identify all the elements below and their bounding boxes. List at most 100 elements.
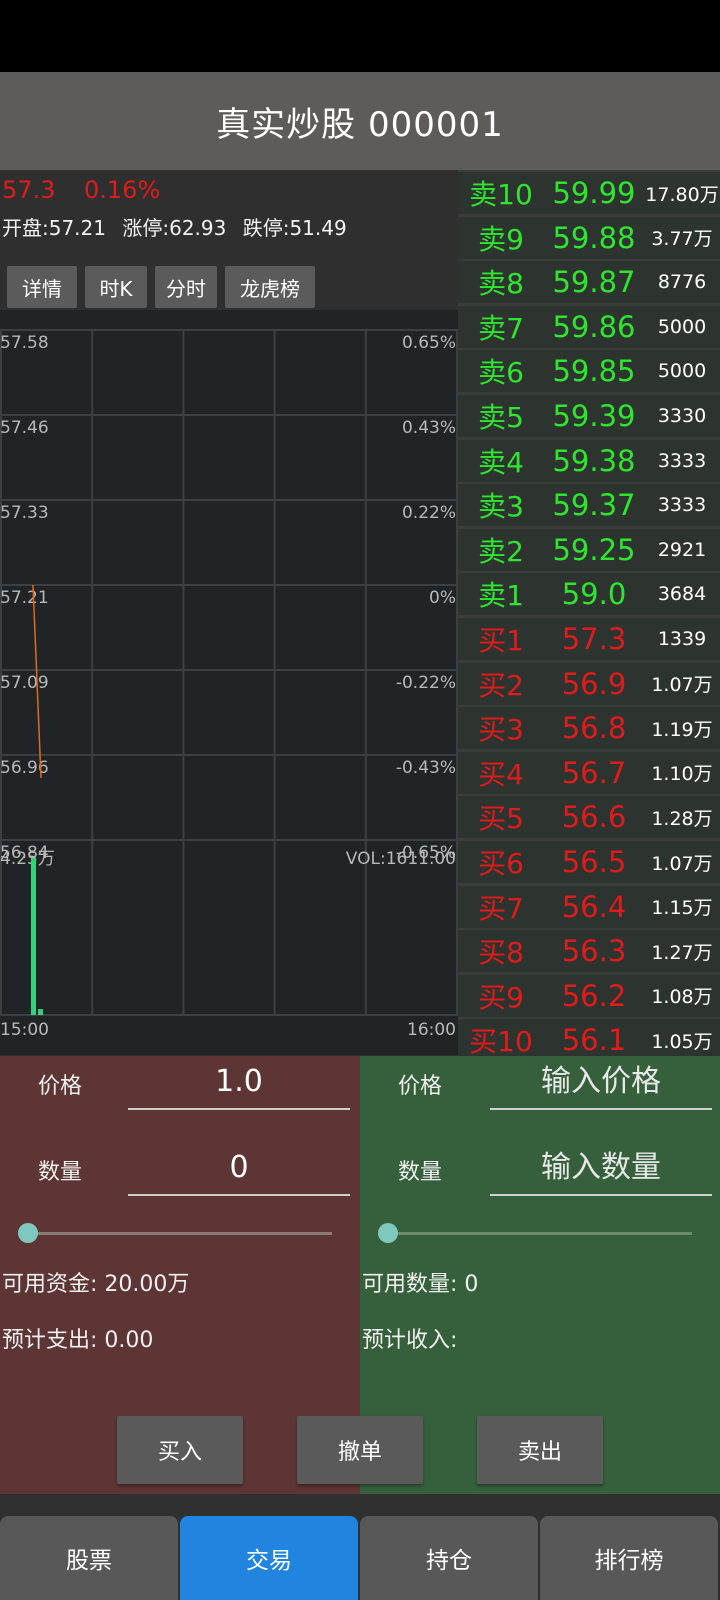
ask-row-4[interactable]: 卖7 59.86 5000 [458, 305, 720, 348]
bid-price: 57.3 [561, 622, 627, 656]
bid-level: 买9 [478, 980, 524, 1014]
sell-button[interactable]: 卖出 [477, 1416, 603, 1484]
order-book: 卖10 59.99 17.80万 卖9 59.88 3.77万 卖8 59.87 8776 卖7 5… [458, 170, 720, 1062]
bid-vol: 1.07万 [651, 852, 713, 875]
ask-row-2[interactable]: 卖9 59.88 3.77万 [458, 216, 720, 259]
ask-vol: 3333 [657, 449, 707, 472]
buy-slider-thumb[interactable] [18, 1223, 38, 1243]
ask-level: 卖8 [478, 267, 524, 301]
bid-price: 56.6 [561, 800, 627, 835]
buy-price-input[interactable] [128, 1056, 350, 1106]
ask-vol: 2921 [657, 538, 707, 561]
bid-row-3[interactable]: 买3 56.8 1.19万 [458, 707, 720, 750]
chart-labels: 57.5857.4657.3357.2157.0956.9656.840.65%… [0, 333, 456, 1040]
bid-row-2[interactable]: 买2 56.9 1.07万 [458, 662, 720, 705]
bid-vol: 1.05万 [651, 1030, 713, 1053]
ask-level: 卖2 [478, 534, 524, 568]
ask-row-8[interactable]: 卖3 59.37 3333 [458, 484, 720, 527]
ask-vol: 3684 [657, 583, 707, 606]
tab-details[interactable]: 详情 [7, 266, 77, 308]
bid-vol: 1.10万 [651, 763, 713, 786]
nav-stocks[interactable]: 股票 [0, 1516, 178, 1600]
bid-row-4[interactable]: 买4 56.7 1.10万 [458, 751, 720, 794]
ask-row-9[interactable]: 卖2 59.25 2921 [458, 528, 720, 571]
bid-row-9[interactable]: 买9 56.2 1.08万 [458, 974, 720, 1017]
buy-button[interactable]: 买入 [117, 1416, 243, 1484]
ask-level: 卖5 [478, 401, 524, 434]
ask-row-7[interactable]: 卖4 59.38 3333 [458, 439, 720, 482]
bid-price: 56.8 [561, 711, 627, 746]
buy-slider-track[interactable] [28, 1232, 332, 1235]
cancel-order-button[interactable]: 撤单 [297, 1416, 423, 1484]
ask-price: 59.39 [552, 399, 636, 433]
buy-price-underline [128, 1108, 350, 1110]
percent-axis-label: -0.43% [396, 758, 456, 778]
nav-trade[interactable]: 交易 [180, 1516, 358, 1600]
sell-price-input[interactable] [490, 1056, 712, 1106]
limit-down: 跌停:51.49 [242, 216, 347, 240]
open-price: 开盘:57.21 [2, 216, 106, 240]
bid-level: 买2 [478, 668, 524, 702]
bid-price: 56.5 [561, 845, 627, 879]
chart-tabs: 详情 时K 分时 龙虎榜 [7, 266, 323, 308]
ask-price: 59.88 [552, 220, 636, 255]
ask-row-1[interactable]: 卖10 59.99 17.80万 [458, 172, 720, 214]
ask-price: 59.37 [552, 488, 636, 523]
ask-row-6[interactable]: 卖5 59.39 3330 [458, 395, 720, 437]
buy-qty-input[interactable] [128, 1142, 350, 1192]
ask-row-10[interactable]: 卖1 59.0 3684 [458, 573, 720, 616]
ask-price: 59.85 [552, 354, 636, 389]
tab-hour-k[interactable]: 时K [85, 266, 147, 308]
bid-row-6[interactable]: 买6 56.5 1.07万 [458, 841, 720, 883]
volume-max-label: 4.25万 [0, 849, 55, 869]
chart-svg: 57.5857.4657.3357.2157.0956.9656.840.65%… [0, 329, 458, 1040]
page-title: 真实炒股 000001 [216, 104, 504, 145]
bid-price: 56.1 [561, 1023, 627, 1058]
bid-price: 56.4 [561, 889, 627, 924]
limit-up: 涨停:62.93 [122, 216, 227, 240]
ask-level: 卖3 [478, 490, 524, 524]
bid-price: 56.2 [561, 978, 627, 1013]
sell-slider-track[interactable] [388, 1232, 692, 1235]
ask-row-5[interactable]: 卖6 59.85 5000 [458, 350, 720, 393]
nav-positions[interactable]: 持仓 [360, 1516, 538, 1600]
ask-level: 卖9 [478, 222, 524, 256]
tab-dragon-tiger[interactable]: 龙虎榜 [225, 266, 315, 308]
ask-price: 59.99 [552, 176, 636, 210]
bid-level: 买3 [478, 713, 524, 747]
ask-vol: 3333 [657, 494, 707, 517]
bid-level: 买5 [478, 802, 524, 836]
available-quantity: 可用数量: 0 [362, 1272, 479, 1297]
bid-vol: 1.08万 [651, 986, 713, 1009]
x-start-label: 15:00 [0, 1020, 49, 1040]
bid-vol: 1.07万 [651, 674, 713, 697]
buy-qty-underline [128, 1194, 350, 1196]
ask-row-3[interactable]: 卖8 59.87 8776 [458, 261, 720, 304]
bid-level: 买7 [478, 891, 524, 925]
sell-slider-thumb[interactable] [378, 1223, 398, 1243]
bid-row-7[interactable]: 买7 56.4 1.15万 [458, 885, 720, 928]
ask-vol: 8776 [657, 271, 707, 294]
ask-price: 59.87 [552, 265, 636, 300]
ask-level: 卖7 [478, 311, 524, 345]
title-bar: 真实炒股 000001 [0, 72, 720, 170]
sell-price-underline [490, 1108, 712, 1110]
bid-row-5[interactable]: 买5 56.6 1.28万 [458, 796, 720, 839]
bid-row-8[interactable]: 买8 56.3 1.27万 [458, 930, 720, 973]
chart-grid [0, 329, 458, 1016]
price-axis-label: 57.46 [0, 418, 49, 438]
tab-intraday[interactable]: 分时 [155, 266, 217, 308]
bid-price: 56.7 [561, 755, 627, 790]
ask-vol: 3330 [657, 405, 707, 427]
bid-row-1[interactable]: 买1 57.3 1339 [458, 618, 720, 660]
status-bar [0, 0, 720, 72]
bid-vol: 1.27万 [651, 941, 713, 964]
estimated-income: 预计收入: [362, 1328, 458, 1353]
price-axis-label: 57.09 [0, 673, 49, 693]
volume-bar [38, 1009, 43, 1015]
current-price: 57.3 [2, 176, 56, 204]
ask-vol: 5000 [657, 315, 707, 338]
bid-vol: 1339 [657, 628, 707, 650]
nav-leaderboard[interactable]: 排行榜 [540, 1516, 718, 1600]
sell-qty-input[interactable] [490, 1142, 712, 1192]
